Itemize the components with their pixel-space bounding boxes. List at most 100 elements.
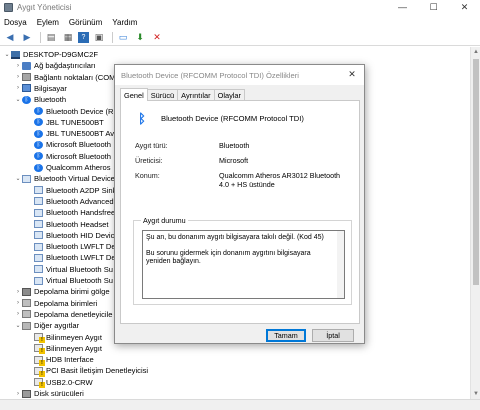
tree-item[interactable]: PCI Basit İletişim Denetleyicisi [26, 365, 148, 377]
disk-icon [22, 287, 31, 296]
bt-dev-icon [34, 265, 43, 274]
warn-icon [34, 344, 45, 355]
tree-item[interactable]: › Bilgisayar [14, 83, 67, 94]
properties-dialog: Bluetooth Device (RFCOMM Protocol TDI) Ö… [114, 64, 365, 344]
tree-item-label: Bluetooth Virtual Device [34, 174, 115, 184]
menu-bar: Dosya Eylem Görünüm Yardım [0, 16, 480, 29]
properties-icon[interactable]: ▤ [44, 32, 58, 44]
toolbar: ◀ ▶ ▤ ▦ ? ▣ ▭ ⬇ ✕ [0, 30, 480, 46]
menu-view[interactable]: Görünüm [69, 18, 102, 27]
menu-file[interactable]: Dosya [4, 18, 27, 27]
tree-item[interactable]: ⌄ DESKTOP-D9GMC2F [3, 49, 97, 60]
tree-item[interactable]: › Disk sürücüleri [14, 388, 84, 399]
tree-item[interactable]: › Depolama denetleyicile [14, 309, 113, 320]
menu-action[interactable]: Eylem [37, 18, 59, 27]
status-scrollbar[interactable] [337, 231, 344, 298]
collapse-arrow-icon[interactable]: ⌄ [14, 96, 22, 103]
collapse-arrow-icon[interactable]: ⌄ [14, 322, 22, 329]
dialog-close-icon[interactable]: ✕ [347, 69, 357, 79]
tree-item[interactable]: HDB Interface [26, 354, 94, 366]
location-value: Qualcomm Atheros AR3012 Bluetooth 4.0 + … [219, 171, 341, 189]
tab-events[interactable]: Olaylar [213, 89, 246, 100]
bt-icon: ᛒ [22, 95, 31, 104]
tree-item[interactable]: Bilinmeyen Aygıt [26, 332, 102, 343]
device-status-textbox[interactable]: Şu an, bu donanım aygıtı bilgisayara tak… [142, 230, 345, 299]
tab-general[interactable]: Genel [120, 88, 148, 101]
view-icon[interactable]: ▣ [92, 32, 106, 44]
tree-item[interactable]: Virtual Bluetooth Su [26, 275, 113, 286]
tree-item[interactable]: ᛒ Bluetooth Device (RF [26, 106, 118, 117]
tree-item[interactable]: ᛒ Microsoft Bluetooth [26, 139, 111, 150]
ok-button[interactable]: Tamam [266, 329, 306, 342]
tree-item-label: Depolama denetleyicile [34, 309, 113, 319]
update-driver-icon[interactable]: ⬇ [133, 32, 147, 44]
tree-item[interactable]: Bluetooth LWFLT De [26, 241, 116, 252]
tab-details[interactable]: Ayrıntılar [177, 89, 215, 100]
bt-dev-icon [34, 276, 43, 285]
expand-arrow-icon[interactable]: › [14, 63, 22, 69]
bt-dev-icon [22, 174, 31, 183]
expand-arrow-icon[interactable]: › [14, 85, 22, 91]
tree-item[interactable]: Bilinmeyen Aygıt [26, 343, 102, 355]
tree-item[interactable]: Bluetooth Advanced [26, 196, 114, 207]
close-button[interactable]: ✕ [449, 0, 480, 14]
expand-arrow-icon[interactable]: › [14, 311, 22, 317]
status-hint: Bu sorunu gidermek için donanım aygıtını… [146, 249, 311, 266]
forward-icon[interactable]: ▶ [20, 32, 34, 44]
computer-icon[interactable]: ▭ [116, 32, 130, 44]
tab-driver[interactable]: Sürücü [146, 89, 179, 100]
tree-item-label: Disk sürücüleri [34, 389, 84, 398]
port-icon [22, 73, 31, 82]
tree-item[interactable]: ᛒ JBL TUNE500BT Avrc [26, 128, 120, 139]
tree-item[interactable]: Virtual Bluetooth Su [26, 264, 113, 275]
scroll-up-icon[interactable]: ▲ [471, 47, 480, 57]
tree-scrollbar[interactable]: ▲ ▼ [470, 47, 480, 399]
expand-arrow-icon[interactable]: › [14, 300, 22, 306]
scroll-down-icon[interactable]: ▼ [471, 389, 480, 399]
collapse-arrow-icon[interactable]: ⌄ [14, 175, 22, 182]
toolbar-separator [112, 32, 113, 43]
cancel-button[interactable]: İptal [312, 329, 354, 342]
menu-help[interactable]: Yardım [112, 18, 137, 27]
bluetooth-icon: ᛒ [138, 111, 146, 126]
scroll-thumb[interactable] [473, 59, 479, 285]
uninstall-icon[interactable]: ✕ [150, 32, 164, 44]
expand-arrow-icon[interactable]: › [14, 289, 22, 295]
minimize-button[interactable]: — [387, 0, 418, 14]
expand-arrow-icon[interactable]: › [14, 74, 22, 80]
tree-item[interactable]: ᛒ Qualcomm Atheros [26, 162, 111, 173]
tree-item-label: Bağlantı noktaları (COM [34, 72, 116, 82]
tree-item[interactable]: Bluetooth Headset [26, 219, 108, 230]
status-message: Şu an, bu donanım aygıtı bilgisayara tak… [146, 234, 324, 241]
maximize-button[interactable]: ☐ [418, 0, 449, 14]
tree-item[interactable]: › Depolama birimi gölge [14, 286, 110, 297]
tree-item[interactable]: ⌄ Diğer aygıtlar [14, 320, 79, 331]
tree-item-label: Bluetooth [34, 95, 67, 105]
tree-item[interactable]: Bluetooth HID Device [26, 230, 119, 241]
title-bar: Aygıt Yöneticisi — ☐ ✕ [0, 0, 480, 14]
device-status-title: Aygıt durumu [141, 216, 188, 225]
tree-item[interactable]: Bluetooth Handsfree [26, 207, 115, 218]
expand-arrow-icon[interactable]: › [14, 391, 22, 397]
tree-item[interactable]: › Ağ bağdaştırıcıları [14, 60, 96, 71]
bt-icon: ᛒ [34, 118, 43, 127]
tree-item[interactable]: ᛒ Microsoft Bluetooth [26, 151, 111, 162]
tree-item-label: Virtual Bluetooth Su [46, 264, 113, 274]
device-name: Bluetooth Device (RFCOMM Protocol TDI) [161, 114, 304, 123]
window-title: Aygıt Yöneticisi [17, 2, 72, 12]
tree-item-label: Depolama birimleri [34, 298, 98, 308]
properties-list-icon[interactable]: ▦ [61, 32, 75, 44]
bt-dev-icon [34, 220, 43, 228]
tree-item[interactable]: USB2.0-CRW [26, 377, 93, 389]
collapse-arrow-icon[interactable]: ⌄ [3, 51, 11, 58]
tree-item[interactable]: ⌄ ᛒ Bluetooth [14, 94, 66, 105]
help-icon[interactable]: ? [78, 32, 89, 43]
back-icon[interactable]: ◀ [3, 32, 17, 44]
tree-item[interactable]: ᛒ JBL TUNE500BT [26, 117, 104, 128]
tree-item[interactable]: Bluetooth A2DP Sink [26, 185, 116, 196]
tree-item[interactable]: ⌄ Bluetooth Virtual Device [14, 173, 115, 184]
tree-item[interactable]: Bluetooth LWFLT De [26, 252, 116, 263]
storage-icon [22, 299, 31, 308]
tree-item[interactable]: › Bağlantı noktaları (COM [14, 72, 115, 83]
tree-item[interactable]: › Depolama birimleri [14, 298, 97, 309]
